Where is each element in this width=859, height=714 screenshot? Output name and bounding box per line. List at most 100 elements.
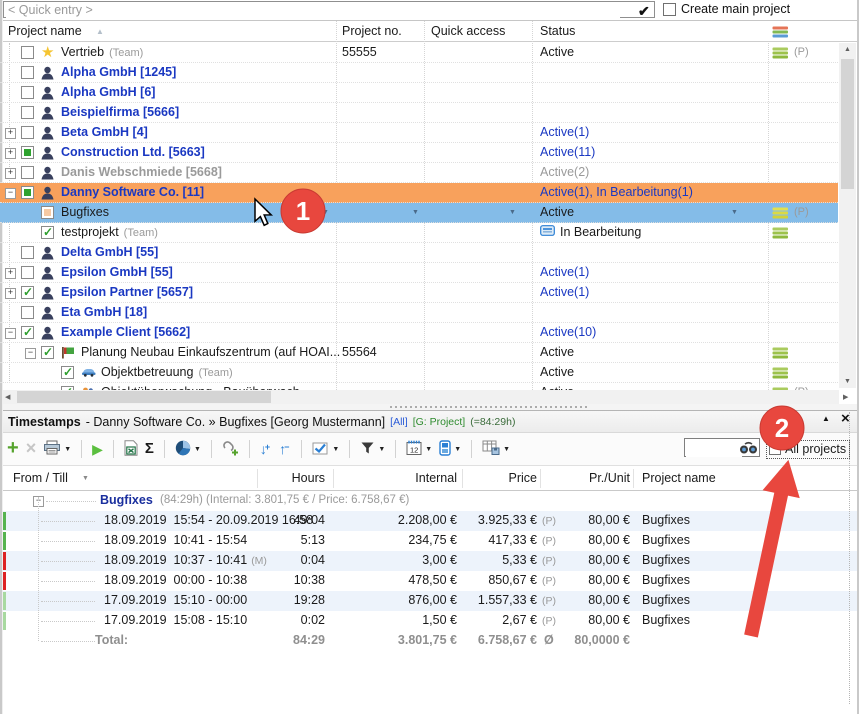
- project-row[interactable]: testprojekt(Team)In Bearbeitung: [0, 223, 838, 243]
- timestamp-row[interactable]: 17.09.2019 15:08 - 15:100:021,50 €2,67 €…: [0, 611, 859, 631]
- expander-toggle[interactable]: +: [5, 168, 16, 179]
- create-main-project-checkbox[interactable]: [663, 3, 676, 16]
- device-button[interactable]: ▼: [439, 440, 461, 459]
- project-row[interactable]: −Planung Neubau Einkaufszentrum (auf HOA…: [0, 343, 838, 363]
- project-row[interactable]: −Danny Software Co. [11]Active(1), In Be…: [0, 183, 838, 203]
- arrow-up-minus-button[interactable]: ↑−: [279, 442, 291, 457]
- column-header-internal[interactable]: Internal: [336, 471, 457, 485]
- column-header-price[interactable]: Price: [455, 471, 537, 485]
- table-save-button[interactable]: ▼: [482, 440, 510, 458]
- project-checkbox[interactable]: [61, 386, 74, 390]
- project-checkbox[interactable]: [21, 106, 34, 119]
- all-projects-checkbox[interactable]: [769, 443, 781, 455]
- project-checkbox[interactable]: [21, 266, 34, 279]
- pie-chart-button[interactable]: ▼: [175, 440, 201, 459]
- arrow-down-plus-button[interactable]: ↓+: [260, 442, 272, 457]
- filter-button[interactable]: ▼: [360, 441, 385, 458]
- excel-export-button[interactable]: [124, 440, 138, 459]
- project-checkbox[interactable]: [21, 306, 34, 319]
- scrollbar-thumb[interactable]: [17, 391, 271, 403]
- column-header-project-name[interactable]: Project name: [642, 471, 716, 485]
- cell-dropdown-icon[interactable]: ▼: [731, 209, 738, 216]
- project-row[interactable]: Objektüberwachung - Bauüberwach...Active…: [0, 383, 838, 390]
- expander-toggle[interactable]: +: [5, 148, 16, 159]
- collapse-panel-icon[interactable]: ▲: [822, 414, 830, 423]
- timestamp-row[interactable]: 18.09.2019 10:41 - 15:545:13234,75 €417,…: [0, 531, 859, 551]
- scroll-up-icon[interactable]: ▲: [839, 46, 856, 53]
- expander-toggle[interactable]: +: [5, 268, 16, 279]
- device-menu-caret[interactable]: ▼: [454, 446, 461, 453]
- project-row[interactable]: ★Vertrieb(Team)55555Active(P): [0, 43, 838, 63]
- column-header-from-till[interactable]: From / Till: [13, 471, 68, 485]
- tree-horizontal-scrollbar[interactable]: ◀: [3, 390, 839, 404]
- link-add-button[interactable]: [222, 440, 239, 459]
- sum-button[interactable]: Σ: [145, 442, 154, 456]
- cell-dropdown-icon[interactable]: ▼: [322, 209, 329, 216]
- project-row[interactable]: +Beta GmbH [4]Active(1): [0, 123, 838, 143]
- timestamp-row[interactable]: 18.09.2019 15:54 - 20.09.2019 16:5849:04…: [0, 511, 859, 531]
- checkmark-icon[interactable]: ✔: [638, 3, 650, 20]
- print-button[interactable]: ▼: [43, 440, 71, 458]
- project-checkbox[interactable]: [21, 166, 34, 179]
- calendar-button[interactable]: 12▼: [406, 440, 432, 458]
- project-checkbox[interactable]: [21, 286, 34, 299]
- all-projects-toggle[interactable]: All projects: [766, 440, 850, 459]
- search-input[interactable]: [686, 440, 742, 457]
- project-checkbox[interactable]: [21, 66, 34, 79]
- project-row[interactable]: Delta GmbH [55]: [0, 243, 838, 263]
- timestamp-row[interactable]: 18.09.2019 00:00 - 10:3810:38478,50 €850…: [0, 571, 859, 591]
- print-menu-caret[interactable]: ▼: [64, 446, 71, 453]
- delete-button[interactable]: ×: [26, 441, 37, 457]
- project-checkbox[interactable]: [21, 186, 34, 199]
- add-button[interactable]: +: [7, 441, 19, 457]
- column-header-project-no[interactable]: Project no.: [342, 24, 402, 38]
- project-checkbox[interactable]: [21, 146, 34, 159]
- tree-vertical-scrollbar[interactable]: ▲ ▼: [839, 43, 856, 388]
- project-row[interactable]: Alpha GmbH [6]: [0, 83, 838, 103]
- folder-check-button[interactable]: ▼: [312, 441, 339, 458]
- project-row[interactable]: Beispielfirma [5666]: [0, 103, 838, 123]
- project-checkbox[interactable]: [21, 46, 34, 59]
- project-checkbox[interactable]: [21, 326, 34, 339]
- search-field[interactable]: [684, 438, 760, 457]
- calendar-menu-caret[interactable]: ▼: [425, 446, 432, 453]
- project-row[interactable]: Alpha GmbH [1245]: [0, 63, 838, 83]
- status-legend-icon[interactable]: [772, 26, 789, 41]
- binoculars-icon[interactable]: [739, 441, 758, 458]
- project-checkbox[interactable]: [41, 206, 54, 219]
- project-row[interactable]: Eta GmbH [18]: [0, 303, 838, 323]
- column-header-status[interactable]: Status: [540, 24, 575, 38]
- expander-toggle[interactable]: −: [5, 188, 16, 199]
- project-checkbox[interactable]: [21, 126, 34, 139]
- timestamp-row[interactable]: 17.09.2019 15:10 - 00:0019:28876,00 €1.5…: [0, 591, 859, 611]
- timestamp-row[interactable]: 18.09.2019 10:37 - 10:41(M)0:043,00 €5,3…: [0, 551, 859, 571]
- expander-toggle[interactable]: +: [5, 128, 16, 139]
- project-checkbox[interactable]: [61, 366, 74, 379]
- project-row[interactable]: +Epsilon GmbH [55]Active(1): [0, 263, 838, 283]
- project-row[interactable]: Objektbetreuung(Team)Active: [0, 363, 838, 383]
- scroll-down-icon[interactable]: ▼: [839, 378, 856, 385]
- project-checkbox[interactable]: [21, 246, 34, 259]
- column-header-project-name[interactable]: Project name: [8, 24, 82, 38]
- timestamps-group-row[interactable]: − Bugfixes (84:29h) (Internal: 3.801,75 …: [0, 491, 859, 511]
- folder-check-menu-caret[interactable]: ▼: [332, 446, 339, 453]
- project-checkbox[interactable]: [41, 346, 54, 359]
- expander-toggle[interactable]: −: [5, 328, 16, 339]
- expander-toggle[interactable]: −: [25, 348, 36, 359]
- project-checkbox[interactable]: [21, 86, 34, 99]
- scroll-right-icon[interactable]: ▶: [843, 393, 848, 401]
- column-header-per-unit[interactable]: Pr./Unit: [560, 471, 630, 485]
- cell-dropdown-icon[interactable]: ▼: [412, 209, 419, 216]
- quick-entry-field[interactable]: ✔: [3, 1, 655, 18]
- pie-chart-menu-caret[interactable]: ▼: [194, 446, 201, 453]
- project-row[interactable]: +Epsilon Partner [5657]Active(1): [0, 283, 838, 303]
- column-header-quick-access[interactable]: Quick access: [431, 24, 505, 38]
- filter-menu-caret[interactable]: ▼: [378, 446, 385, 453]
- project-row[interactable]: −Example Client [5662]Active(10): [0, 323, 838, 343]
- chevron-down-icon[interactable]: ▼: [82, 475, 89, 482]
- scrollbar-thumb[interactable]: [841, 59, 854, 189]
- table-save-menu-caret[interactable]: ▼: [503, 446, 510, 453]
- expander-toggle[interactable]: +: [5, 288, 16, 299]
- play-button[interactable]: ▶: [92, 442, 103, 457]
- cell-dropdown-icon[interactable]: ▼: [509, 209, 516, 216]
